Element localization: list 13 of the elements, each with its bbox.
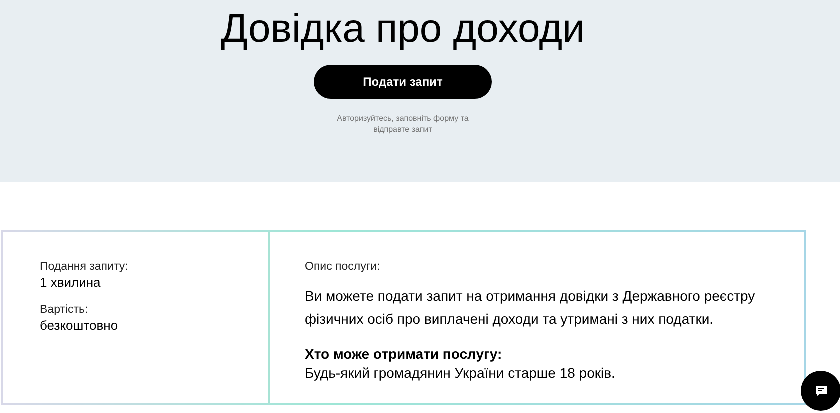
fact-label: Подання запиту:	[40, 260, 130, 275]
page-title: Довідка про доходи	[220, 6, 585, 52]
description-text: Ви можете подати запит на отримання довідки з Державного реєстру фізичних осіб про виплачені доходи та утримані з них податки.	[305, 287, 756, 329]
fact-value: 1 хвилина	[40, 275, 102, 291]
eligibility-heading: Хто може отримати послугу:	[305, 345, 504, 364]
fact-value: безкоштовно	[40, 318, 120, 334]
chat-icon	[814, 385, 828, 397]
description-label: Опис послуги:	[305, 260, 382, 275]
chat-button[interactable]	[801, 371, 840, 411]
fact-label: Вартість:	[40, 303, 90, 318]
hint-text: Авторизуйтесь, заповніть форму та відправте запит	[336, 113, 470, 135]
eligibility-text: Будь-який громадянин України старше 18 років.	[305, 364, 616, 383]
submit-request-button[interactable]: Подати запит	[314, 65, 492, 99]
